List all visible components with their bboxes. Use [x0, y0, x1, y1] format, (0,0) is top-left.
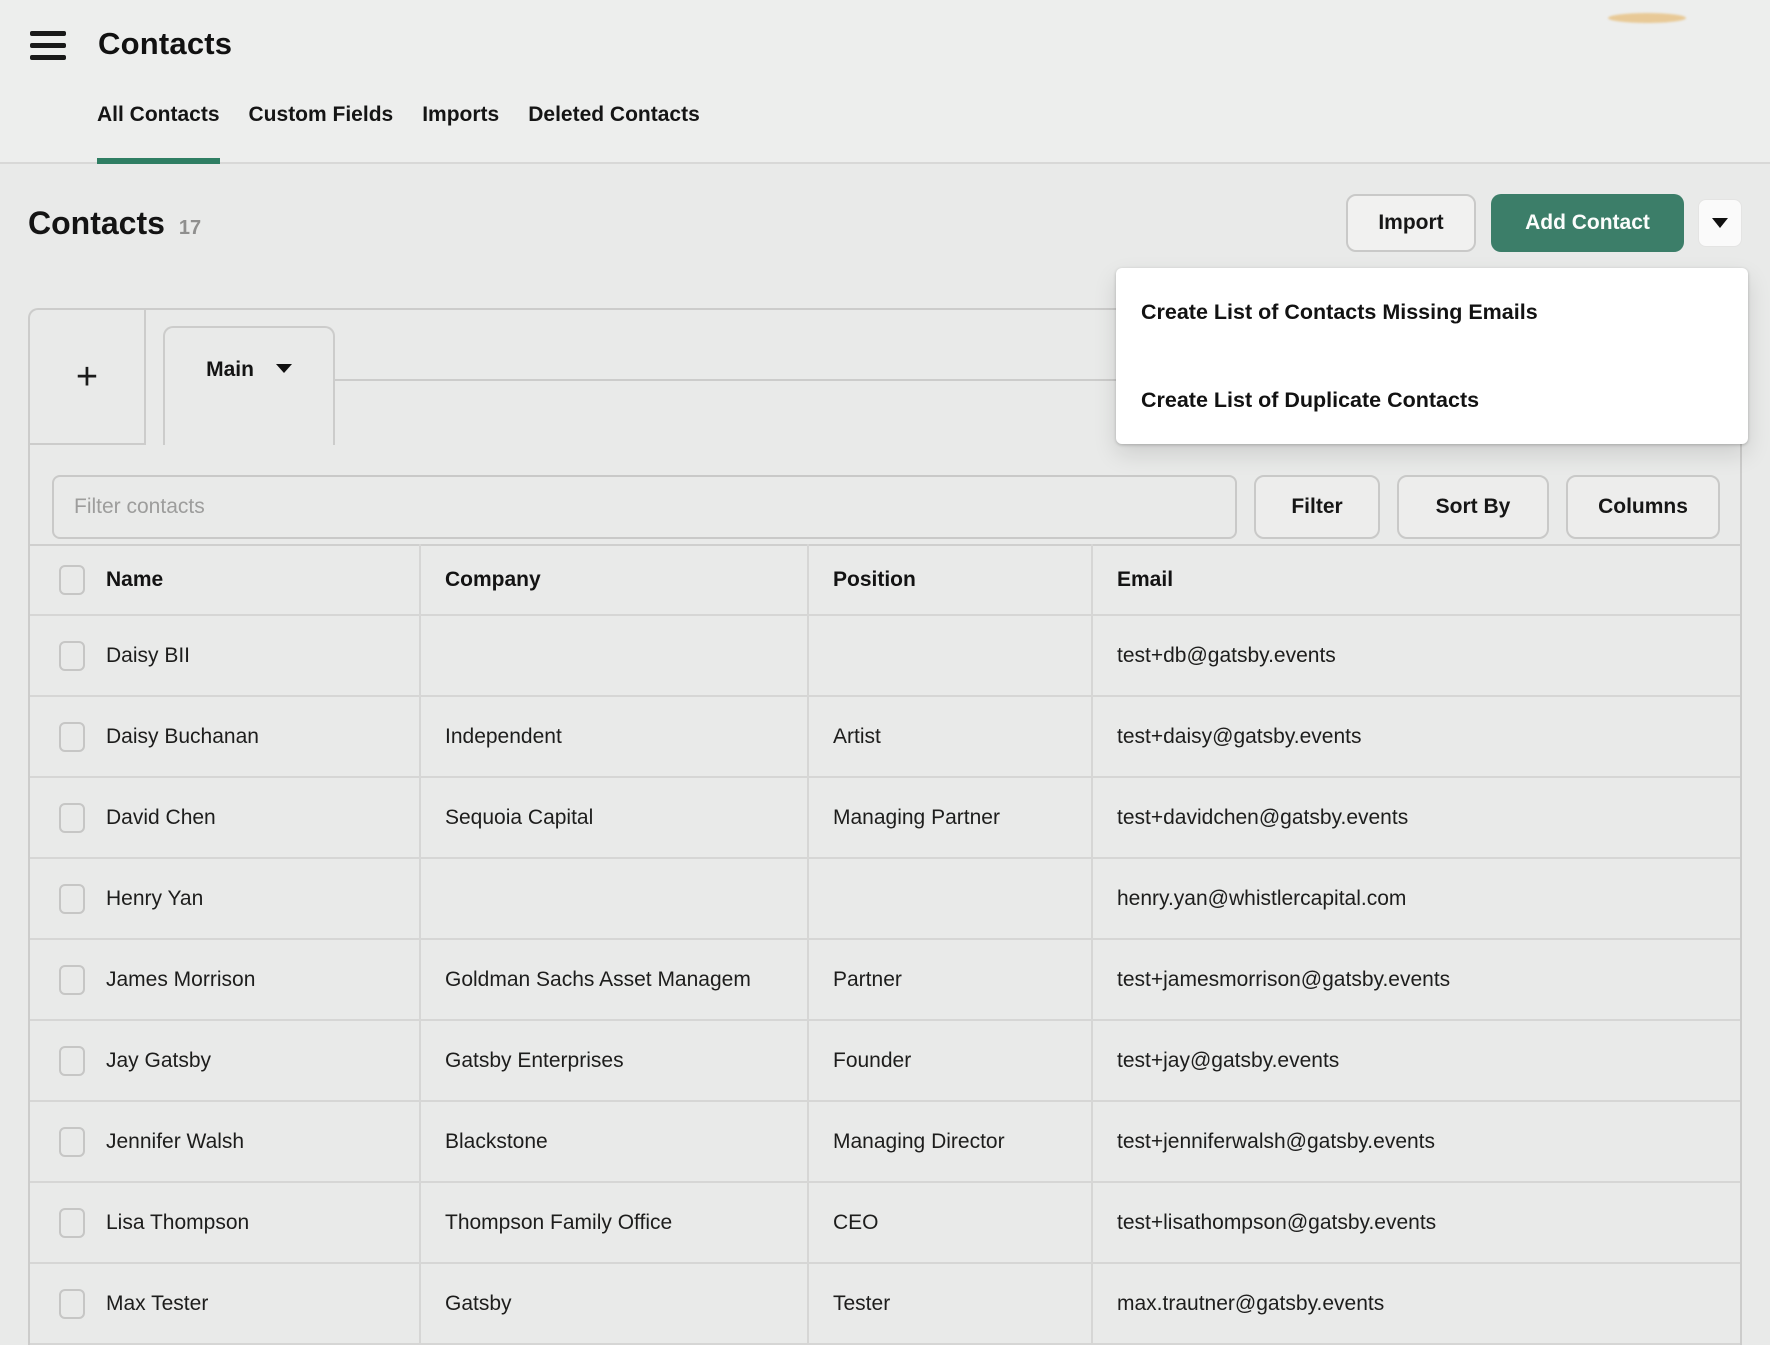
tab-custom-fields[interactable]: Custom Fields — [249, 100, 394, 164]
table-row[interactable]: Daisy BII test+db@gatsby.events — [30, 615, 1740, 696]
column-header-email: Email — [1092, 545, 1740, 615]
contact-company: Independent — [420, 696, 808, 777]
table-row[interactable]: Jay Gatsby Gatsby Enterprises Founder te… — [30, 1020, 1740, 1101]
contact-name: Jay Gatsby — [106, 1049, 211, 1073]
app-header: Contacts All Contacts Custom Fields Impo… — [0, 0, 1770, 164]
contact-position: Artist — [808, 696, 1092, 777]
sort-by-button[interactable]: Sort By — [1397, 475, 1549, 539]
contact-name: Daisy Buchanan — [106, 725, 259, 749]
heading-row: Contacts 17 Import Add Contact — [28, 194, 1742, 252]
contact-email: test+jamesmorrison@gatsby.events — [1092, 939, 1740, 1020]
select-all-checkbox[interactable] — [59, 565, 85, 595]
contacts-panel: + Main Filter Sort By Columns Name Compa… — [28, 308, 1742, 1345]
row-checkbox[interactable] — [59, 722, 85, 752]
row-checkbox[interactable] — [59, 803, 85, 833]
column-header-company: Company — [420, 545, 808, 615]
contact-email: test+lisathompson@gatsby.events — [1092, 1182, 1740, 1263]
table-row[interactable]: James Morrison Goldman Sachs Asset Manag… — [30, 939, 1740, 1020]
row-checkbox[interactable] — [59, 641, 85, 671]
row-checkbox[interactable] — [59, 1127, 85, 1157]
filter-button[interactable]: Filter — [1254, 475, 1380, 539]
contact-position: Managing Partner — [808, 777, 1092, 858]
contact-company: Sequoia Capital — [420, 777, 808, 858]
tab-imports[interactable]: Imports — [422, 100, 499, 164]
plus-icon: + — [76, 358, 98, 396]
contact-company — [420, 615, 808, 696]
contact-email: max.trautner@gatsby.events — [1092, 1263, 1740, 1344]
contact-name: David Chen — [106, 806, 216, 830]
chevron-down-icon — [276, 364, 292, 373]
contact-name: Henry Yan — [106, 887, 203, 911]
column-header-name: Name — [106, 568, 163, 592]
list-tab-main[interactable]: Main — [163, 326, 335, 445]
table-row[interactable]: Jennifer Walsh Blackstone Managing Direc… — [30, 1101, 1740, 1182]
table-row[interactable]: Lisa Thompson Thompson Family Office CEO… — [30, 1182, 1740, 1263]
contact-company — [420, 858, 808, 939]
contact-name: Jennifer Walsh — [106, 1130, 244, 1154]
app-title: Contacts — [98, 26, 232, 62]
table-header-row: Name Company Position Email — [30, 545, 1740, 615]
add-contact-dropdown-button[interactable] — [1698, 199, 1742, 247]
contact-position: Partner — [808, 939, 1092, 1020]
table-row[interactable]: Daisy Buchanan Independent Artist test+d… — [30, 696, 1740, 777]
row-checkbox[interactable] — [59, 884, 85, 914]
contact-position — [808, 858, 1092, 939]
menu-item-create-list-duplicate-contacts[interactable]: Create List of Duplicate Contacts — [1116, 356, 1748, 444]
contact-name: Lisa Thompson — [106, 1211, 249, 1235]
column-header-position: Position — [808, 545, 1092, 615]
tab-deleted-contacts[interactable]: Deleted Contacts — [528, 100, 700, 164]
add-contact-dropdown-menu: Create List of Contacts Missing Emails C… — [1116, 268, 1748, 444]
table-row[interactable]: David Chen Sequoia Capital Managing Part… — [30, 777, 1740, 858]
import-button[interactable]: Import — [1346, 194, 1476, 252]
table-row[interactable]: Henry Yan henry.yan@whistlercapital.com — [30, 858, 1740, 939]
contact-position: CEO — [808, 1182, 1092, 1263]
contact-position: Managing Director — [808, 1101, 1092, 1182]
contact-position — [808, 615, 1092, 696]
add-contact-button[interactable]: Add Contact — [1491, 194, 1684, 252]
contact-email: test+db@gatsby.events — [1092, 615, 1740, 696]
hamburger-menu-icon[interactable] — [30, 31, 66, 63]
contacts-count-badge: 17 — [179, 217, 201, 240]
header-tabs: All Contacts Custom Fields Imports Delet… — [97, 100, 729, 162]
contact-position: Founder — [808, 1020, 1092, 1101]
filter-toolbar: Filter Sort By Columns — [30, 445, 1740, 539]
page-title: Contacts — [28, 205, 165, 242]
contacts-table: Name Company Position Email Daisy BII te… — [30, 544, 1740, 1345]
contact-company: Blackstone — [420, 1101, 808, 1182]
table-row[interactable]: Max Tester Gatsby Tester max.trautner@ga… — [30, 1263, 1740, 1344]
orange-arc-decoration — [1608, 13, 1686, 23]
add-list-tab-button[interactable]: + — [30, 310, 146, 445]
contact-name: James Morrison — [106, 968, 255, 992]
contact-name: Daisy BII — [106, 644, 190, 668]
row-checkbox[interactable] — [59, 965, 85, 995]
contact-email: test+daisy@gatsby.events — [1092, 696, 1740, 777]
menu-item-create-list-missing-emails[interactable]: Create List of Contacts Missing Emails — [1116, 268, 1748, 356]
contact-name: Max Tester — [106, 1292, 208, 1316]
contact-company: Goldman Sachs Asset Managem — [420, 939, 808, 1020]
row-checkbox[interactable] — [59, 1208, 85, 1238]
contact-company: Gatsby Enterprises — [420, 1020, 808, 1101]
tab-all-contacts[interactable]: All Contacts — [97, 100, 220, 164]
contact-position: Tester — [808, 1263, 1092, 1344]
chevron-down-icon — [1712, 218, 1728, 228]
contact-email: henry.yan@whistlercapital.com — [1092, 858, 1740, 939]
contact-company: Thompson Family Office — [420, 1182, 808, 1263]
contact-company: Gatsby — [420, 1263, 808, 1344]
columns-button[interactable]: Columns — [1566, 475, 1720, 539]
contact-email: test+davidchen@gatsby.events — [1092, 777, 1740, 858]
row-checkbox[interactable] — [59, 1046, 85, 1076]
filter-contacts-input[interactable] — [52, 475, 1237, 539]
contacts-table-body: Daisy BII test+db@gatsby.events Daisy Bu… — [30, 615, 1740, 1344]
row-checkbox[interactable] — [59, 1289, 85, 1319]
contact-email: test+jay@gatsby.events — [1092, 1020, 1740, 1101]
contact-email: test+jenniferwalsh@gatsby.events — [1092, 1101, 1740, 1182]
